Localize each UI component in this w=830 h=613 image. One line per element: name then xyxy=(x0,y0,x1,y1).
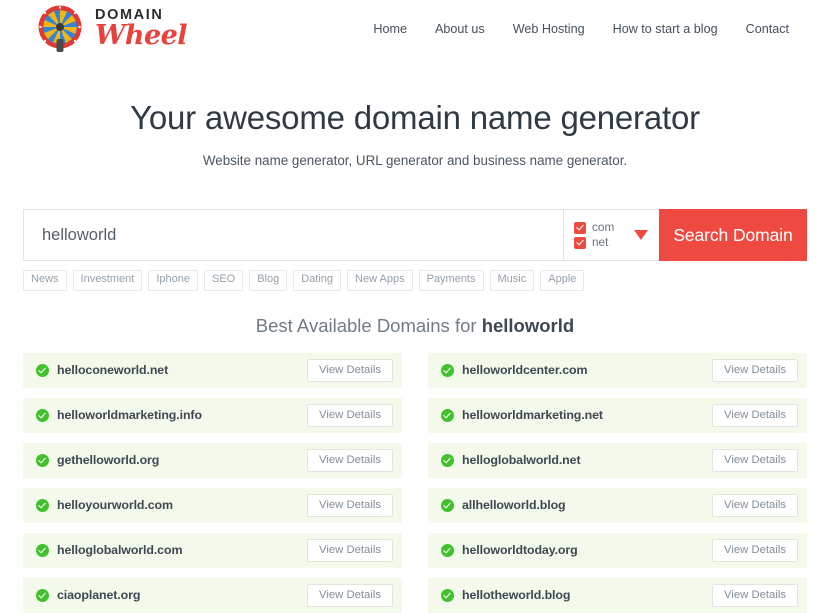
site-header: DOMAIN Wheel Home About us Web Hosting H… xyxy=(0,0,830,57)
results-heading-prefix: Best Available Domains for xyxy=(255,314,482,336)
domain-result-row: helloglobalworld.net View Details xyxy=(428,442,807,478)
tag-apple[interactable]: Apple xyxy=(540,270,585,291)
results-heading-keyword: helloworld xyxy=(481,314,575,336)
nav-item-contact[interactable]: Contact xyxy=(746,22,789,36)
view-details-button[interactable]: View Details xyxy=(712,493,798,517)
checkbox-checked-icon[interactable] xyxy=(574,221,586,234)
tld-label-net: net xyxy=(592,234,609,249)
domain-name: helloworldmarketing.info xyxy=(57,408,202,423)
page-title: Your awesome domain name generator xyxy=(130,99,700,136)
view-details-button[interactable]: View Details xyxy=(307,538,393,562)
view-details-button[interactable]: View Details xyxy=(307,493,393,517)
checkbox-checked-icon[interactable] xyxy=(574,236,586,249)
nav-item-how-to-start-a-blog[interactable]: How to start a blog xyxy=(613,22,718,36)
available-check-icon xyxy=(441,543,454,557)
view-details-button[interactable]: View Details xyxy=(307,358,393,382)
wheel-icon xyxy=(34,3,86,55)
available-check-icon xyxy=(441,588,454,602)
domain-result-row: helloworldcenter.com View Details xyxy=(428,352,807,388)
page-subtitle: Website name generator, URL generator an… xyxy=(202,153,628,168)
nav-item-web-hosting[interactable]: Web Hosting xyxy=(513,22,585,36)
domain-result-row: ciaoplanet.org View Details xyxy=(23,577,402,613)
domain-result-row: helloworldmarketing.info View Details xyxy=(23,397,402,433)
domain-name: ciaoplanet.org xyxy=(57,588,141,603)
domain-result-row: helloworldmarketing.net View Details xyxy=(428,397,807,433)
domain-name: gethelloworld.org xyxy=(57,453,160,468)
domain-name: helloworldtoday.org xyxy=(462,543,578,558)
available-check-icon xyxy=(36,408,49,422)
domain-result-row: helloglobalworld.com View Details xyxy=(23,532,402,568)
tag-iphone[interactable]: Iphone xyxy=(148,270,198,291)
domain-result-row: gethelloworld.org View Details xyxy=(23,442,402,478)
domain-name: helloglobalworld.com xyxy=(57,543,183,558)
nav-item-home[interactable]: Home xyxy=(373,22,407,36)
search-input[interactable] xyxy=(23,209,563,261)
domain-name: helloconeworld.net xyxy=(57,363,169,378)
view-details-button[interactable]: View Details xyxy=(307,583,393,607)
tld-selector[interactable]: com net xyxy=(563,209,659,261)
tag-investment[interactable]: Investment xyxy=(72,270,143,291)
view-details-button[interactable]: View Details xyxy=(712,358,798,382)
tag-blog[interactable]: Blog xyxy=(249,270,288,291)
available-check-icon xyxy=(36,498,49,512)
available-check-icon xyxy=(36,588,49,602)
view-details-button[interactable]: View Details xyxy=(712,538,798,562)
nav-item-about-us[interactable]: About us xyxy=(435,22,485,36)
domain-result-row: hellotheworld.blog View Details xyxy=(428,577,807,613)
domain-name: helloworldmarketing.net xyxy=(462,408,603,423)
chevron-down-icon[interactable] xyxy=(634,230,648,240)
tag-payments[interactable]: Payments xyxy=(418,270,484,291)
tag-seo[interactable]: SEO xyxy=(203,270,244,291)
domain-result-row: helloworldtoday.org View Details xyxy=(428,532,807,568)
domain-result-row: helloconeworld.net View Details xyxy=(23,352,402,388)
tag-music[interactable]: Music xyxy=(489,270,535,291)
results-heading: Best Available Domains for helloworld xyxy=(0,315,830,337)
logo-wheel-text: Wheel xyxy=(95,20,188,52)
category-tags: News Investment Iphone SEO Blog Dating N… xyxy=(23,270,807,291)
domain-name: helloyourworld.com xyxy=(57,498,173,513)
logo-wordmark: DOMAIN Wheel xyxy=(95,8,188,52)
view-details-button[interactable]: View Details xyxy=(307,448,393,472)
domain-result-row: helloyourworld.com View Details xyxy=(23,487,402,523)
tld-label-com: com xyxy=(592,219,615,234)
tld-option-net[interactable]: net xyxy=(574,234,614,249)
view-details-button[interactable]: View Details xyxy=(712,448,798,472)
domain-name: hellotheworld.blog xyxy=(462,588,571,603)
view-details-button[interactable]: View Details xyxy=(712,403,798,427)
search-domain-button[interactable]: Search Domain xyxy=(659,209,807,261)
domain-name: helloworldcenter.com xyxy=(462,363,588,378)
available-check-icon xyxy=(36,453,49,467)
available-check-icon xyxy=(441,363,454,377)
tag-news[interactable]: News xyxy=(23,270,67,291)
tld-list: com net xyxy=(574,219,615,249)
available-check-icon xyxy=(441,498,454,512)
domain-result-row: allhelloworld.blog View Details xyxy=(428,487,807,523)
domain-name: helloglobalworld.net xyxy=(462,453,581,468)
main-nav: Home About us Web Hosting How to start a… xyxy=(373,22,789,36)
hero-section: Your awesome domain name generator Websi… xyxy=(0,57,830,168)
search-bar: com net Search Domain xyxy=(23,209,807,261)
tag-new-apps[interactable]: New Apps xyxy=(347,270,413,291)
available-check-icon xyxy=(441,453,454,467)
available-check-icon xyxy=(36,363,49,377)
available-check-icon xyxy=(36,543,49,557)
view-details-button[interactable]: View Details xyxy=(307,403,393,427)
view-details-button[interactable]: View Details xyxy=(712,583,798,607)
domain-name: allhelloworld.blog xyxy=(462,498,566,513)
results-grid: helloconeworld.net View Details helloworld… xyxy=(23,352,807,613)
available-check-icon xyxy=(441,408,454,422)
tld-option-com[interactable]: com xyxy=(574,219,615,234)
logo[interactable]: DOMAIN Wheel xyxy=(34,3,188,55)
tag-dating[interactable]: Dating xyxy=(293,270,342,291)
